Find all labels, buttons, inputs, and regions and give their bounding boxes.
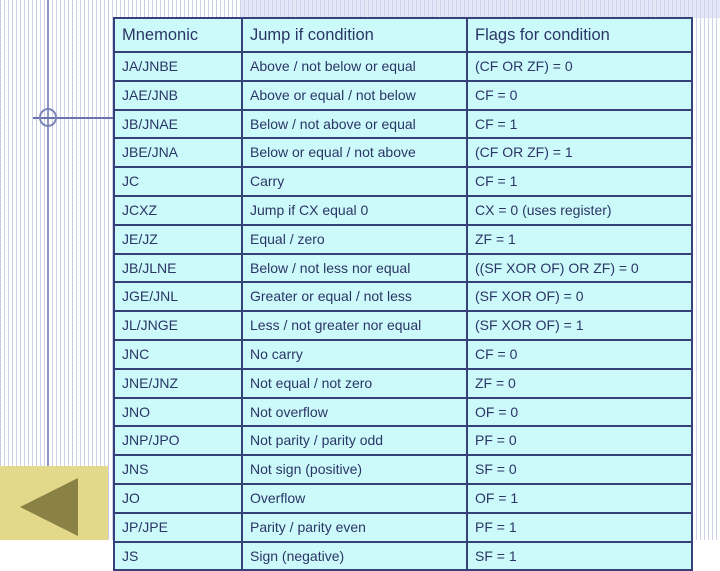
cell-condition: Below / not less nor equal xyxy=(241,252,468,284)
cell-mnemonic: JCXZ xyxy=(113,194,243,226)
table-row: JS Sign (negative) SF = 1 xyxy=(113,540,693,571)
table-row: JNC No carry CF = 0 xyxy=(113,338,693,370)
cell-condition: Equal / zero xyxy=(241,223,468,255)
cell-mnemonic: JO xyxy=(113,482,243,514)
cell-condition: Below / not above or equal xyxy=(241,108,468,140)
cell-mnemonic: JNS xyxy=(113,454,243,485)
cell-flags: (CF OR ZF) = 1 xyxy=(466,137,693,169)
table-row: JNO Not overflow OF = 0 xyxy=(113,396,693,428)
cell-flags: CF = 1 xyxy=(466,108,693,140)
cell-condition: Sign (negative) xyxy=(241,540,468,571)
column-header-flags: Flags for condition xyxy=(466,17,693,53)
cell-condition: Not overflow xyxy=(241,396,468,428)
cell-condition: Overflow xyxy=(241,482,468,514)
table-row: JP/JPE Parity / parity even PF = 1 xyxy=(113,511,693,543)
table-row: JGE/JNL Greater or equal / not less (SF XO… xyxy=(113,281,693,313)
cell-flags: PF = 0 xyxy=(466,425,693,457)
cell-condition: Above / not below or equal xyxy=(241,51,468,82)
table-row: JNP/JPO Not parity / parity odd PF = 0 xyxy=(113,425,693,457)
cell-flags: (CF OR ZF) = 0 xyxy=(466,51,693,82)
cell-flags: (SF XOR OF) = 0 xyxy=(466,281,693,313)
cell-condition: Not sign (positive) xyxy=(241,454,468,485)
table-row: JB/JLNE Below / not less nor equal ((SF XO… xyxy=(113,252,693,284)
cell-flags: ZF = 0 xyxy=(466,367,693,399)
cell-mnemonic: JE/JZ xyxy=(113,223,243,255)
table-row: JBE/JNA Below or equal / not above (CF OR … xyxy=(113,137,693,169)
cell-condition: Less / not greater nor equal xyxy=(241,310,468,341)
table-row: JNS Not sign (positive) SF = 0 xyxy=(113,454,693,485)
cell-mnemonic: JB/JNAE xyxy=(113,108,243,140)
cell-mnemonic: JC xyxy=(113,166,243,197)
table-row: JL/JNGE Less / not greater nor equal (SF X… xyxy=(113,310,693,341)
decorative-vertical-line xyxy=(47,0,49,470)
slide-canvas: Mnemonic Jump if condition Flags for con… xyxy=(0,0,720,571)
cell-flags: CF = 1 xyxy=(466,166,693,197)
cell-mnemonic: JP/JPE xyxy=(113,511,243,543)
decorative-circle-icon xyxy=(39,108,57,127)
cell-flags: PF = 1 xyxy=(466,511,693,543)
cell-mnemonic: JNP/JPO xyxy=(113,425,243,457)
column-header-mnemonic: Mnemonic xyxy=(113,17,243,53)
cell-mnemonic: JBE/JNA xyxy=(113,137,243,169)
cell-condition: Not parity / parity odd xyxy=(241,425,468,457)
cell-flags: CF = 0 xyxy=(466,79,693,111)
cell-mnemonic: JNE/JNZ xyxy=(113,367,243,399)
cell-mnemonic: JA/JNBE xyxy=(113,51,243,82)
previous-triangle-icon xyxy=(20,478,78,536)
cell-mnemonic: JNO xyxy=(113,396,243,428)
cell-flags: CF = 0 xyxy=(466,338,693,370)
table-row: JNE/JNZ Not equal / not zero ZF = 0 xyxy=(113,367,693,399)
cell-mnemonic: JGE/JNL xyxy=(113,281,243,313)
table-row: JAE/JNB Above or equal / not below CF = 0 xyxy=(113,79,693,111)
cell-condition: Greater or equal / not less xyxy=(241,281,468,313)
cell-condition: Jump if CX equal 0 xyxy=(241,194,468,226)
table-row: JA/JNBE Above / not below or equal (CF OR … xyxy=(113,51,693,82)
cell-flags: CX = 0 (uses register) xyxy=(466,194,693,226)
table-body: JA/JNBE Above / not below or equal (CF OR … xyxy=(113,51,693,571)
table-header-row: Mnemonic Jump if condition Flags for con… xyxy=(113,17,693,53)
table-row: JE/JZ Equal / zero ZF = 1 xyxy=(113,223,693,255)
jump-instructions-table: Mnemonic Jump if condition Flags for con… xyxy=(113,17,693,571)
column-header-condition: Jump if condition xyxy=(241,17,468,53)
table-row: JCXZ Jump if CX equal 0 CX = 0 (uses regis… xyxy=(113,194,693,226)
cell-condition: No carry xyxy=(241,338,468,370)
table-header: Mnemonic Jump if condition Flags for con… xyxy=(113,17,693,53)
cell-flags: SF = 0 xyxy=(466,454,693,485)
cell-flags: ZF = 1 xyxy=(466,223,693,255)
cell-mnemonic: JS xyxy=(113,540,243,571)
cell-mnemonic: JB/JLNE xyxy=(113,252,243,284)
table-row: JO Overflow OF = 1 xyxy=(113,482,693,514)
cell-flags: SF = 1 xyxy=(466,540,693,571)
cell-mnemonic: JL/JNGE xyxy=(113,310,243,341)
cell-mnemonic: JNC xyxy=(113,338,243,370)
table-row: JC Carry CF = 1 xyxy=(113,166,693,197)
cell-condition: Parity / parity even xyxy=(241,511,468,543)
cell-flags: OF = 1 xyxy=(466,482,693,514)
cell-flags: ((SF XOR OF) OR ZF) = 0 xyxy=(466,252,693,284)
cell-condition: Below or equal / not above xyxy=(241,137,468,169)
cell-condition: Not equal / not zero xyxy=(241,367,468,399)
cell-condition: Above or equal / not below xyxy=(241,79,468,111)
cell-flags: (SF XOR OF) = 1 xyxy=(466,310,693,341)
cell-flags: OF = 0 xyxy=(466,396,693,428)
table-row: JB/JNAE Below / not above or equal CF = 1 xyxy=(113,108,693,140)
cell-mnemonic: JAE/JNB xyxy=(113,79,243,111)
background-tint-panel xyxy=(240,0,720,18)
cell-condition: Carry xyxy=(241,166,468,197)
